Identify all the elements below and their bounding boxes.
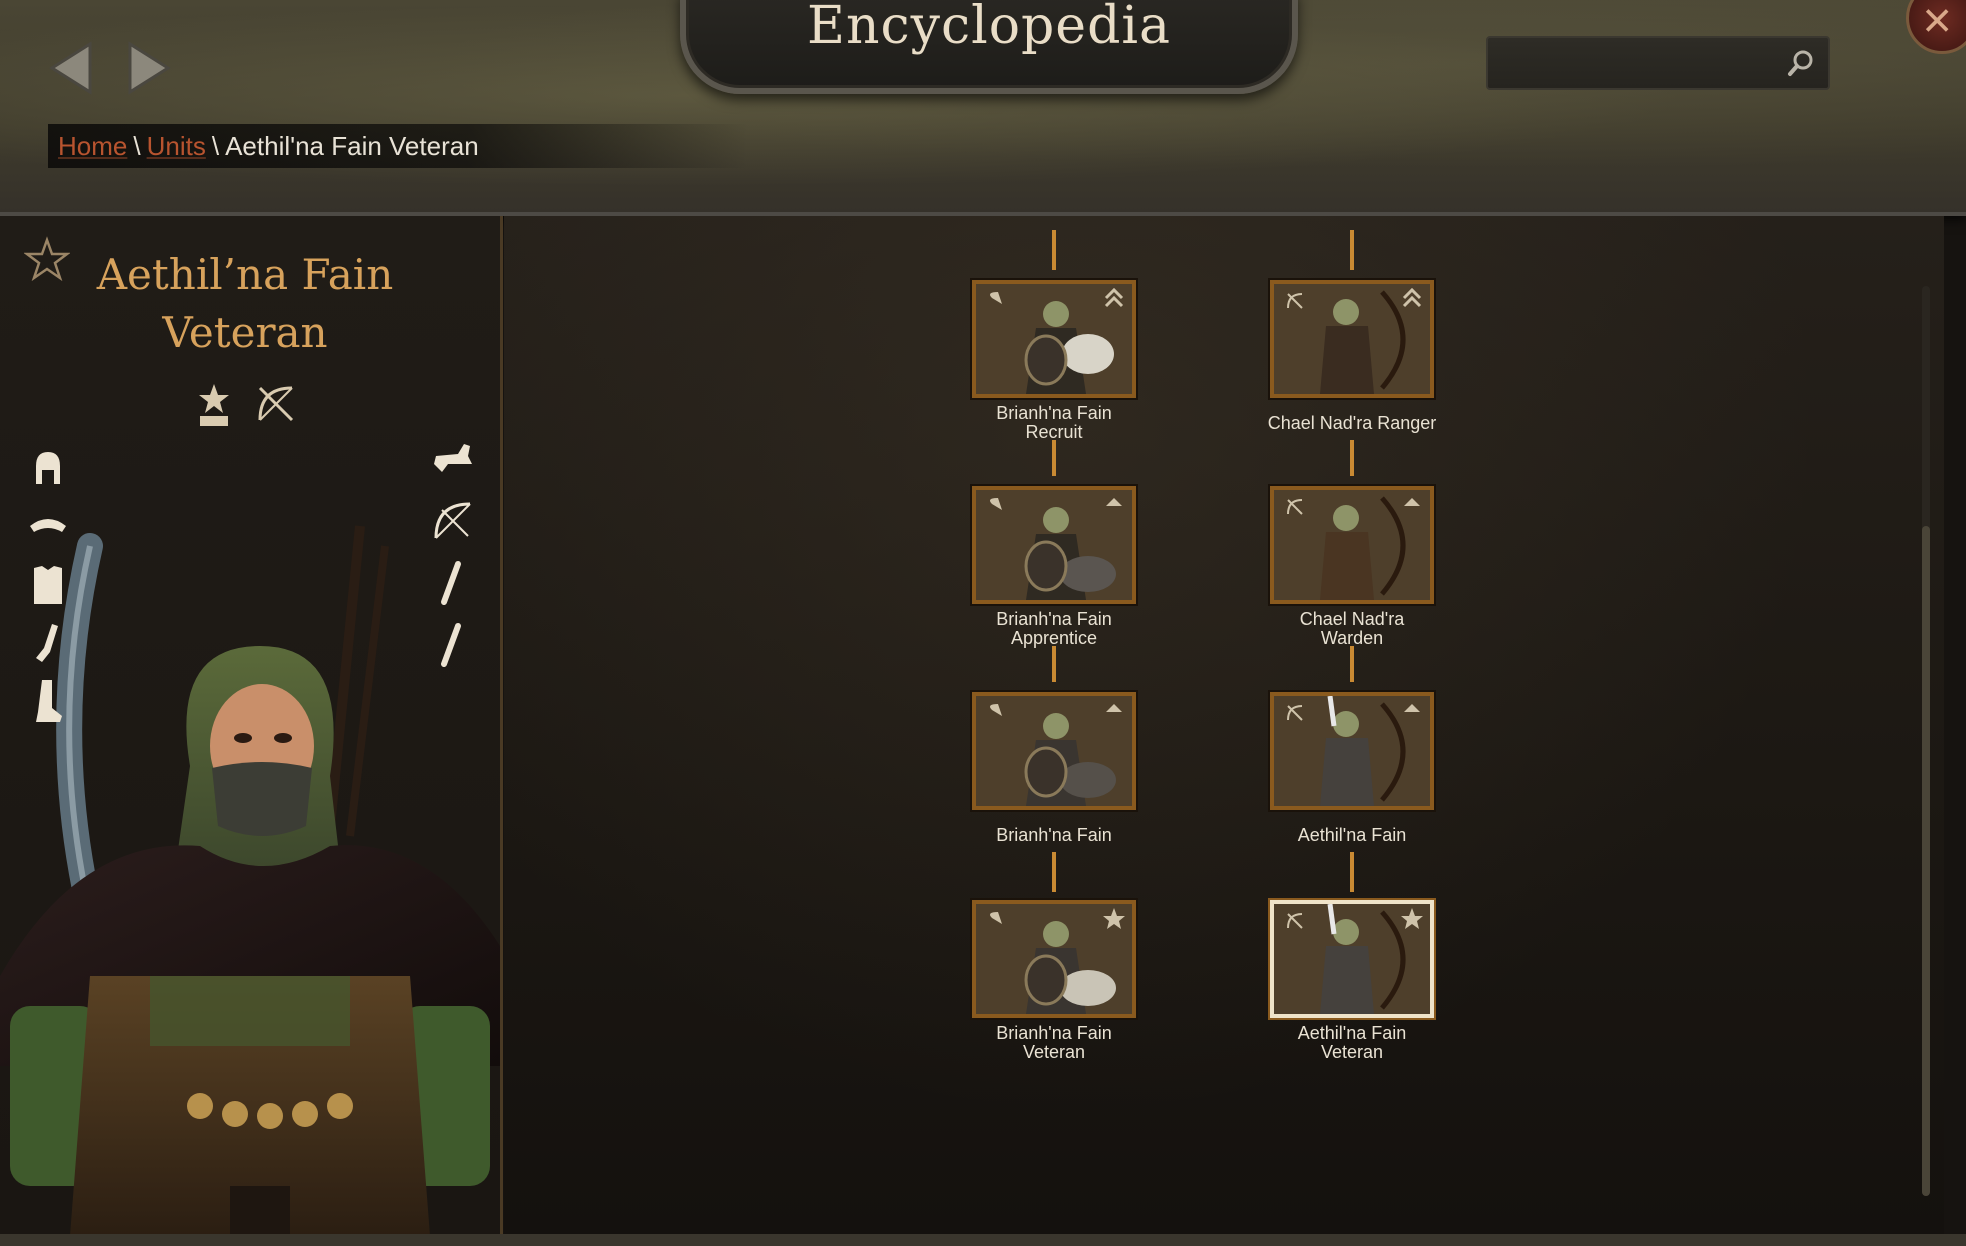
tree-connector	[1052, 646, 1056, 682]
tier-star-icon	[199, 384, 229, 426]
unit-portrait	[0, 525, 500, 1234]
breadcrumb-separator: \	[133, 131, 141, 161]
unit-name-line1: Aethil’na Fain	[96, 250, 394, 299]
arrows-icon[interactable]	[428, 558, 478, 608]
unit-thumbnail	[976, 904, 1132, 1014]
search-icon[interactable]	[1786, 48, 1816, 78]
close-button[interactable]	[1906, 0, 1966, 54]
bow-icon[interactable]	[428, 496, 478, 546]
tree-connector	[1350, 440, 1354, 476]
unit-thumbnail	[976, 284, 1132, 394]
gloves-icon[interactable]	[28, 618, 68, 668]
unit-detail-panel: Aethil’na Fain Veteran	[0, 216, 503, 1234]
unit-card-chael-nadra-ranger[interactable]	[1270, 280, 1434, 398]
unit-card-brianhna-fain-recruit[interactable]	[972, 280, 1136, 398]
unit-class-icons	[196, 380, 316, 432]
unit-card-label: Aethil'na Fain Veteran	[1297, 1023, 1407, 1062]
unit-card-label: Aethil'na Fain	[1297, 825, 1407, 845]
unit-thumbnail	[1274, 490, 1430, 600]
unit-card-brianhna-fain-apprentice[interactable]	[972, 486, 1136, 604]
back-arrow-icon[interactable]	[46, 40, 102, 96]
tree-scrollbar[interactable]	[1922, 286, 1930, 1196]
breadcrumb-separator: \	[211, 131, 220, 161]
unit-card-label: Brianh'na Fain Apprentice	[996, 609, 1112, 648]
tree-connector	[1350, 852, 1354, 892]
tree-connector	[1052, 440, 1056, 476]
unit-card-label: Chael Nad'ra Ranger	[1267, 413, 1437, 433]
unit-thumbnail	[1274, 284, 1430, 394]
arrows-icon[interactable]	[428, 620, 478, 670]
breadcrumb-home-link[interactable]: Home	[58, 131, 127, 161]
unit-thumbnail	[976, 490, 1132, 600]
unit-card-label: Brianh'na Fain	[996, 825, 1112, 845]
unit-card-brianhna-fain[interactable]	[972, 692, 1136, 810]
unit-card-label: Brianh'na Fain Recruit	[996, 403, 1112, 442]
tree-connector	[1350, 230, 1354, 270]
unit-name: Aethil’na Fain Veteran	[60, 246, 430, 362]
unit-card-aethilna-fain[interactable]	[1270, 692, 1434, 810]
boots-icon[interactable]	[28, 676, 68, 726]
unit-card-label: Brianh'na Fain Veteran	[996, 1023, 1112, 1062]
horse-icon[interactable]	[428, 434, 478, 484]
title-plate: Encyclopedia	[680, 0, 1298, 94]
page-title: Encyclopedia	[807, 0, 1171, 56]
window-frame-bottom	[0, 1234, 1966, 1246]
bow-icon	[258, 386, 294, 422]
unit-card-chael-nadra-warden[interactable]	[1270, 486, 1434, 604]
breadcrumb: Home \ Units \ Aethil'na Fain Veteran	[48, 124, 748, 168]
unit-thumbnail	[1274, 904, 1430, 1014]
unit-thumbnail	[1274, 696, 1430, 806]
tree-connector	[1350, 646, 1354, 682]
tree-scrollbar-thumb[interactable]	[1922, 526, 1930, 1196]
tree-connector	[1052, 230, 1056, 270]
search-input[interactable]	[1500, 46, 1774, 80]
breadcrumb-current: Aethil'na Fain Veteran	[225, 131, 479, 161]
unit-card-aethilna-fain-veteran[interactable]	[1270, 900, 1434, 1018]
encyclopedia-header: Encyclopedia Home \ Units \ Aethil'na Fain V…	[0, 0, 1966, 216]
equipment-weapon-icons	[428, 434, 478, 682]
helmet-icon[interactable]	[28, 444, 68, 494]
unit-name-line2: Veteran	[162, 308, 328, 357]
unit-upgrade-tree: Brianh'na Fain Recruit Brianh'na Fain Ap…	[504, 216, 1944, 1234]
forward-arrow-icon[interactable]	[118, 40, 174, 96]
search-box[interactable]	[1486, 36, 1830, 90]
body-armor-icon[interactable]	[28, 560, 68, 610]
equipment-armor-icons	[28, 444, 68, 734]
cape-icon[interactable]	[28, 502, 68, 552]
tree-connector	[1052, 852, 1056, 892]
unit-card-label: Chael Nad'ra Warden	[1299, 609, 1405, 648]
unit-card-brianhna-fain-veteran[interactable]	[972, 900, 1136, 1018]
close-icon	[1925, 9, 1949, 32]
unit-thumbnail	[976, 696, 1132, 806]
breadcrumb-units-link[interactable]: Units	[147, 131, 206, 161]
